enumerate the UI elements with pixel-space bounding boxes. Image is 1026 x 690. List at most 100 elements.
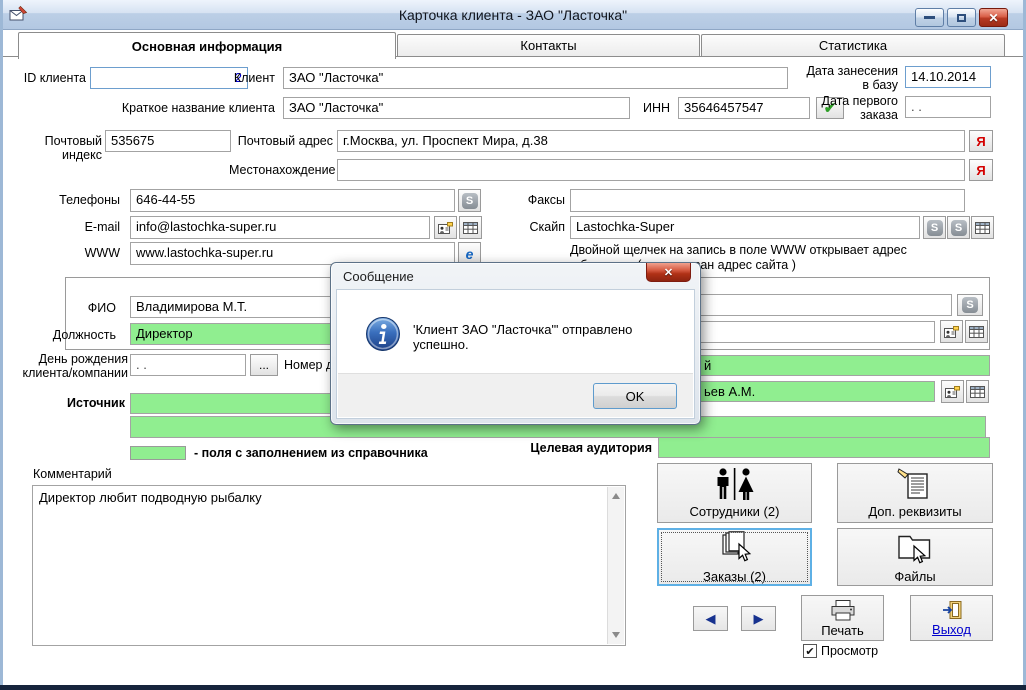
- contact-skype-button[interactable]: S: [957, 294, 983, 316]
- extra-details-button[interactable]: Доп. реквизиты: [837, 463, 993, 523]
- skype-icon: S: [962, 297, 978, 313]
- printer-icon: [830, 599, 856, 621]
- manager-contact-button[interactable]: [941, 380, 964, 403]
- skype-call-button-2[interactable]: S: [923, 216, 946, 239]
- skype-label: Скайп: [517, 220, 565, 234]
- scroll-up-icon[interactable]: [612, 493, 620, 499]
- orders-button-label: Заказы (2): [703, 569, 766, 584]
- extra-details-button-label: Доп. реквизиты: [868, 504, 961, 519]
- dialog-footer: OK: [338, 373, 693, 417]
- email-list-button[interactable]: [459, 216, 482, 239]
- yandex-icon: Я: [976, 163, 985, 178]
- date-added-field[interactable]: 14.10.2014: [905, 66, 991, 88]
- maximize-button[interactable]: [947, 8, 976, 27]
- phones-field[interactable]: 646-44-55: [130, 189, 455, 212]
- contact-email-list-button[interactable]: [965, 320, 988, 343]
- source-label: Источник: [50, 396, 125, 410]
- close-button[interactable]: ✕: [979, 8, 1008, 27]
- table-icon: [969, 326, 984, 338]
- dialog-ok-label: OK: [626, 389, 645, 404]
- manager-list-button[interactable]: [966, 380, 989, 403]
- position-label: Должность: [38, 328, 116, 342]
- next-record-button[interactable]: ▶: [741, 606, 776, 631]
- next-arrow-icon: ▶: [754, 611, 764, 627]
- prev-arrow-icon: ◀: [706, 611, 716, 627]
- window-border-left: [0, 0, 3, 690]
- client-name-field[interactable]: ЗАО "Ласточка": [283, 67, 788, 89]
- fio-label: ФИО: [58, 301, 116, 315]
- dialog-message: 'Клиент ЗАО "Ласточка"' отправлено успеш…: [413, 322, 684, 352]
- target-audience-label: Целевая аудитория: [498, 441, 652, 455]
- dialog-title: Сообщение: [343, 269, 414, 284]
- target-audience-field[interactable]: [658, 437, 990, 458]
- exit-door-icon: [941, 600, 963, 620]
- contact-email-send-button[interactable]: [940, 320, 963, 343]
- location-label: Местонахождение: [229, 163, 333, 177]
- comment-textarea[interactable]: Директор любит подводную рыбалку: [32, 485, 626, 646]
- table-icon: [975, 222, 990, 234]
- postal-code-field[interactable]: 535675: [105, 130, 231, 152]
- first-order-date-field[interactable]: . .: [905, 96, 991, 118]
- tab-statistics[interactable]: Статистика: [701, 34, 1005, 56]
- dialog-close-button[interactable]: ✕: [646, 263, 691, 282]
- short-name-label: Краткое название клиента: [108, 101, 275, 115]
- window-border-bottom: [0, 685, 1026, 690]
- yandex-map-address-button[interactable]: Я: [969, 130, 993, 152]
- orders-button[interactable]: Заказы (2): [657, 528, 812, 586]
- employees-button-label: Сотрудники (2): [690, 504, 780, 519]
- send-email-button[interactable]: [434, 216, 457, 239]
- contact-card-icon: [438, 222, 453, 234]
- inn-field[interactable]: 35646457547: [678, 97, 810, 119]
- green-legend-text: - поля с заполнением из справочника: [194, 446, 514, 460]
- contact-card-icon: [945, 386, 960, 398]
- email-field[interactable]: info@lastochka-super.ru: [130, 216, 430, 239]
- tab-statistics-label: Статистика: [819, 38, 887, 53]
- client-card-window: Карточка клиента - ЗАО "Ласточка" ✕ Осно…: [0, 0, 1026, 690]
- preview-checkbox[interactable]: ✔ Просмотр: [803, 644, 878, 658]
- faxes-field[interactable]: [570, 189, 965, 212]
- skype-call-button[interactable]: S: [458, 189, 481, 212]
- first-order-date-label: Дата первого заказа: [798, 94, 898, 122]
- minimize-button[interactable]: [915, 8, 944, 27]
- green-legend-swatch: [130, 446, 186, 460]
- birthday-picker-button[interactable]: ...: [250, 354, 278, 376]
- comment-scrollbar[interactable]: [607, 487, 624, 644]
- client-id-label: ID клиента: [14, 71, 86, 85]
- comment-label: Комментарий: [33, 467, 153, 481]
- skype-add-button[interactable]: S: [947, 216, 970, 239]
- postal-address-field[interactable]: г.Москва, ул. Проспект Мира, д.38: [337, 130, 965, 152]
- skype-field[interactable]: Lastochka-Super: [570, 216, 920, 239]
- dialog-ok-button[interactable]: OK: [593, 383, 677, 409]
- dialog-body: 'Клиент ЗАО "Ласточка"' отправлено успеш…: [336, 289, 695, 419]
- prev-record-button[interactable]: ◀: [693, 606, 728, 631]
- www-label: WWW: [72, 246, 120, 260]
- inn-label: ИНН: [634, 101, 670, 115]
- yandex-map-location-button[interactable]: Я: [969, 159, 993, 181]
- birthday-field[interactable]: . .: [130, 354, 246, 376]
- folder-icon: [894, 531, 936, 565]
- maximize-icon: [957, 14, 966, 22]
- skype-list-button[interactable]: [971, 216, 994, 239]
- orders-pages-icon: [715, 531, 755, 565]
- close-icon: ✕: [988, 11, 998, 25]
- tab-main-info[interactable]: Основная информация: [18, 32, 396, 59]
- location-field[interactable]: [337, 159, 965, 181]
- birthday-label: День рождения клиента/компании: [8, 352, 128, 380]
- phones-label: Телефоны: [52, 193, 120, 207]
- preview-checkbox-label: Просмотр: [821, 644, 878, 658]
- comment-text: Директор любит подводную рыбалку: [39, 490, 603, 505]
- yandex-icon: Я: [976, 134, 985, 149]
- tab-contacts[interactable]: Контакты: [397, 34, 700, 56]
- title-bar[interactable]: Карточка клиента - ЗАО "Ласточка" ✕: [0, 0, 1026, 30]
- scroll-down-icon[interactable]: [612, 632, 620, 638]
- date-added-label: Дата занесения в базу: [798, 64, 898, 92]
- employees-button[interactable]: Сотрудники (2): [657, 463, 812, 523]
- tab-contacts-label: Контакты: [520, 38, 576, 53]
- files-button[interactable]: Файлы: [837, 528, 993, 586]
- exit-button[interactable]: Выход: [910, 595, 993, 641]
- skype-add-icon: S: [951, 220, 967, 236]
- short-name-field[interactable]: ЗАО "Ласточка": [283, 97, 630, 119]
- contact-card-icon: [944, 326, 959, 338]
- print-button[interactable]: Печать: [801, 595, 884, 641]
- files-button-label: Файлы: [894, 569, 935, 584]
